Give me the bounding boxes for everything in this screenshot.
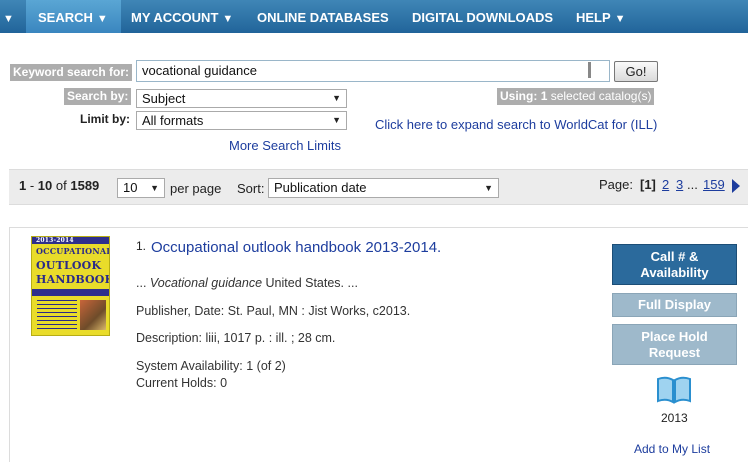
nav-my-account-label: MY ACCOUNT bbox=[131, 10, 219, 25]
limit-by-label: Limit by: bbox=[80, 112, 130, 126]
nav-my-account[interactable]: MY ACCOUNT ▼ bbox=[131, 0, 233, 33]
nav-partial-caret[interactable]: ▼ bbox=[0, 0, 17, 33]
hold-button-line-2: Request bbox=[648, 345, 701, 360]
chevron-down-icon: ▼ bbox=[150, 183, 159, 193]
nav-digital-downloads-label: DIGITAL DOWNLOADS bbox=[412, 10, 554, 25]
result-title-link[interactable]: Occupational outlook handbook 2013-2014. bbox=[151, 239, 441, 256]
result-publisher: Publisher, Date: St. Paul, MN : Jist Wor… bbox=[136, 304, 410, 318]
page-link-last[interactable]: 159 bbox=[703, 177, 725, 192]
pager-ellipsis: ... bbox=[687, 177, 698, 192]
search-by-select[interactable]: Subject ▼ bbox=[136, 89, 347, 108]
call-button-line-2: Availability bbox=[640, 265, 709, 280]
book-cover-thumbnail[interactable]: 2013-2014 OCCUPATIONAL OUTLOOK HANDBOOK bbox=[31, 236, 110, 336]
cover-text-block bbox=[37, 300, 77, 330]
using-prefix: Using: bbox=[500, 89, 538, 103]
next-page-arrow-icon[interactable] bbox=[732, 179, 740, 193]
limit-by-value: All formats bbox=[142, 113, 204, 128]
format-year: 2013 bbox=[661, 411, 688, 425]
nav-help[interactable]: HELP ▼ bbox=[576, 0, 626, 33]
current-page: [1] bbox=[640, 177, 656, 192]
more-search-limits-link[interactable]: More Search Limits bbox=[229, 138, 341, 153]
availability-label: System Availability: bbox=[136, 359, 243, 373]
page-link-2[interactable]: 2 bbox=[662, 177, 669, 192]
snippet-highlight: Vocational guidance bbox=[149, 276, 263, 290]
nav-search-label: SEARCH bbox=[38, 10, 93, 25]
cover-photo bbox=[80, 300, 106, 330]
page-label: Page: bbox=[599, 177, 633, 192]
cover-line-2: OUTLOOK bbox=[36, 259, 102, 272]
of-label: of bbox=[55, 178, 67, 193]
input-scrollbar bbox=[588, 62, 591, 78]
sort-value: Publication date bbox=[274, 180, 367, 195]
publisher-value: St. Paul, MN : Jist Works, c2013. bbox=[227, 304, 411, 318]
cover-line-3: HANDBOOK bbox=[36, 273, 110, 286]
per-page-value: 10 bbox=[123, 180, 138, 195]
result-availability: System Availability: 1 (of 2) bbox=[136, 359, 286, 373]
cover-edition: 2013-2014 bbox=[36, 237, 74, 244]
result-range: 1 - 10 of 1589 bbox=[19, 178, 99, 193]
description-label: Description: bbox=[136, 331, 202, 345]
availability-value: 1 (of 2) bbox=[246, 359, 286, 373]
nav-digital-downloads[interactable]: DIGITAL DOWNLOADS bbox=[412, 0, 553, 33]
place-hold-button[interactable]: Place Hold Request bbox=[612, 324, 737, 365]
nav-search[interactable]: SEARCH ▼ bbox=[26, 0, 121, 33]
worldcat-link[interactable]: Click here to expand search to WorldCat … bbox=[375, 117, 657, 132]
using-suffix: selected catalog(s) bbox=[550, 89, 652, 103]
page-link-3[interactable]: 3 bbox=[676, 177, 683, 192]
chevron-down-icon: ▼ bbox=[332, 93, 341, 103]
nav-online-databases-label: ONLINE DATABASES bbox=[257, 10, 389, 25]
chevron-down-icon: ▼ bbox=[614, 13, 626, 25]
search-by-value: Subject bbox=[142, 91, 186, 106]
nav-online-databases[interactable]: ONLINE DATABASES bbox=[257, 0, 389, 33]
result-description: Description: liii, 1017 p. : ill. ; 28 c… bbox=[136, 331, 335, 345]
result-number: 1. bbox=[136, 239, 147, 253]
sort-label: Sort: bbox=[237, 181, 265, 196]
using-catalogs-badge: Using: 1 selected catalog(s) bbox=[497, 88, 655, 105]
chevron-down-icon: ▼ bbox=[222, 13, 234, 25]
chevron-down-icon: ▼ bbox=[484, 183, 493, 193]
full-display-button[interactable]: Full Display bbox=[612, 293, 737, 317]
add-to-my-list-link[interactable]: Add to My List bbox=[634, 442, 710, 456]
result-snippet: ... Vocational guidance United States. .… bbox=[136, 276, 358, 290]
chevron-down-icon: ▼ bbox=[332, 115, 341, 125]
using-count: 1 bbox=[540, 89, 548, 103]
nav-help-label: HELP bbox=[576, 10, 611, 25]
description-value: liii, 1017 p. : ill. ; 28 cm. bbox=[205, 331, 336, 345]
call-button-line-1: Call # & bbox=[650, 249, 699, 264]
keyword-search-label: Keyword search for: bbox=[10, 64, 133, 81]
range-end: 10 bbox=[37, 178, 53, 193]
top-nav-bar: ▼ SEARCH ▼ MY ACCOUNT ▼ ONLINE DATABASES D… bbox=[0, 0, 748, 33]
hold-button-line-1: Place Hold bbox=[641, 329, 708, 344]
snippet-prefix: ... bbox=[136, 276, 147, 290]
call-number-availability-button[interactable]: Call # & Availability bbox=[612, 244, 737, 285]
keyword-search-input[interactable]: vocational guidance bbox=[136, 60, 610, 82]
publisher-label: Publisher, Date: bbox=[136, 304, 225, 318]
result-holds: Current Holds: 0 bbox=[136, 376, 227, 390]
chevron-down-icon: ▼ bbox=[3, 13, 14, 25]
holds-value: 0 bbox=[220, 376, 228, 390]
result-total: 1589 bbox=[70, 178, 100, 193]
per-page-label: per page bbox=[170, 181, 222, 196]
per-page-select[interactable]: 10 ▼ bbox=[117, 178, 165, 198]
go-button[interactable]: Go! bbox=[614, 61, 658, 82]
cover-line-1: OCCUPATIONAL bbox=[36, 246, 110, 256]
snippet-suffix: United States. ... bbox=[265, 276, 358, 290]
cover-middle-strip bbox=[32, 289, 109, 296]
limit-by-select[interactable]: All formats ▼ bbox=[136, 111, 347, 130]
book-icon bbox=[657, 376, 691, 404]
sort-select[interactable]: Publication date ▼ bbox=[268, 178, 499, 198]
holds-label: Current Holds: bbox=[136, 376, 217, 390]
search-by-label: Search by: bbox=[64, 88, 132, 105]
range-separator: - bbox=[26, 178, 38, 193]
chevron-down-icon: ▼ bbox=[96, 13, 108, 25]
